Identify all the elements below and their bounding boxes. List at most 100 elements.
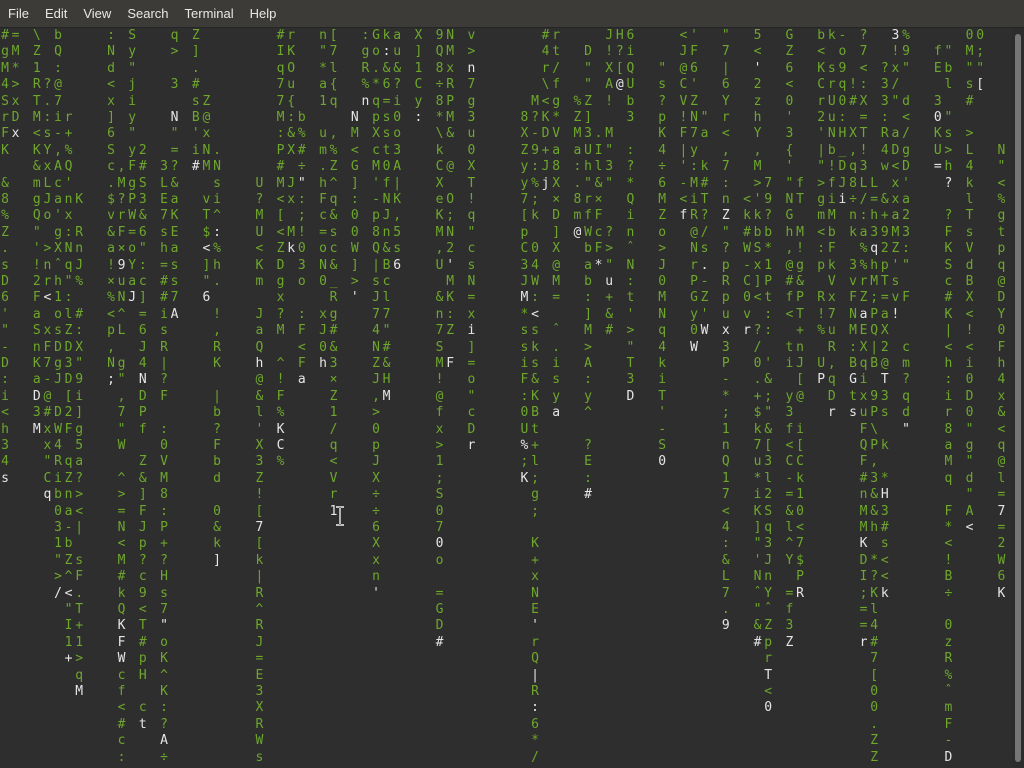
matrix-char: p	[372, 110, 380, 125]
matrix-char: S	[107, 142, 115, 158]
matrix-char: h	[870, 208, 879, 224]
matrix-char: N	[319, 257, 327, 273]
matrix-char: %	[75, 274, 84, 289]
matrix-char: =	[255, 651, 264, 667]
matrix-char: q	[329, 93, 338, 109]
matrix-char: s	[658, 77, 667, 93]
matrix-char: [	[976, 77, 985, 93]
matrix-char: "	[202, 274, 211, 289]
matrix-char: 1	[329, 405, 338, 421]
matrix-char: Z	[584, 93, 592, 109]
matrix-char: 6	[658, 175, 667, 191]
matrix-char: u	[721, 306, 730, 322]
matrix-char: a	[128, 274, 137, 289]
matrix-char: 3	[902, 224, 910, 240]
matrix-char: x	[372, 552, 380, 568]
matrix-char: F	[138, 503, 147, 519]
matrix-char: 9	[138, 585, 147, 601]
menu-help[interactable]: Help	[242, 0, 285, 28]
scrollbar[interactable]	[1012, 28, 1024, 768]
matrix-char: "	[138, 241, 147, 257]
matrix-char: ?	[859, 28, 868, 43]
matrix-char: d	[902, 405, 910, 421]
matrix-char: -	[372, 192, 380, 207]
matrix-char: >	[605, 241, 614, 257]
menu-view[interactable]: View	[75, 0, 119, 28]
matrix-char: :	[213, 224, 221, 240]
matrix-char: '	[785, 159, 794, 175]
matrix-char: 4	[870, 618, 879, 634]
matrix-char: 4	[658, 142, 667, 158]
matrix-char: C	[817, 77, 826, 93]
matrix-char: s	[160, 323, 168, 339]
matrix-char: &	[382, 60, 391, 76]
matrix-char: t	[997, 224, 1006, 240]
matrix-char: k	[213, 536, 221, 552]
matrix-char: 8	[552, 159, 561, 175]
matrix-char: <	[753, 290, 762, 306]
matrix-char: g	[361, 44, 370, 60]
matrix-char: a	[170, 192, 179, 207]
matrix-char: p	[764, 634, 773, 650]
matrix-char: E	[933, 60, 942, 76]
matrix-char: D	[1, 274, 9, 289]
matrix-char: ?	[944, 208, 953, 224]
matrix-char: R	[255, 585, 264, 601]
scrollbar-thumb[interactable]	[1015, 34, 1021, 762]
matrix-char: "	[170, 126, 179, 142]
matrix-char: <	[817, 44, 826, 60]
matrix-char: R	[32, 77, 41, 93]
matrix-char: 3	[764, 454, 773, 470]
matrix-char: n	[435, 306, 444, 322]
matrix-char: i	[827, 192, 836, 207]
matrix-char: X	[75, 339, 84, 355]
matrix-char: ]	[202, 257, 211, 273]
matrix-char: -	[54, 126, 62, 142]
matrix-char: ×	[594, 192, 603, 207]
menu-search[interactable]: Search	[119, 0, 176, 28]
matrix-char: "	[700, 110, 709, 125]
matrix-char: 0	[743, 290, 751, 306]
matrix-char: <	[276, 192, 285, 207]
matrix-char: J	[255, 634, 264, 650]
matrix-char: >	[54, 569, 62, 585]
matrix-char: :	[721, 536, 730, 552]
matrix-char: M	[965, 44, 974, 60]
matrix-char: Y	[997, 306, 1006, 322]
matrix-char: 4	[1, 454, 9, 470]
matrix-char: 3	[520, 257, 529, 273]
matrix-char: m	[573, 208, 582, 224]
menu-edit[interactable]: Edit	[37, 0, 75, 28]
matrix-char: <	[202, 241, 211, 257]
matrix-char: X	[520, 126, 529, 142]
terminal-output[interactable]: # g M 4 Sr F K & 8% Z. s D 6 ' " - D: i < h 3 4 s = M * > x Dx \ Z 1 R T…	[0, 28, 1012, 768]
menu-file[interactable]: File	[0, 0, 37, 28]
matrix-char: :	[902, 241, 910, 257]
matrix-char: i	[75, 388, 84, 404]
matrix-char: T	[859, 126, 868, 142]
matrix-char: r	[584, 192, 592, 207]
matrix-char: 0	[467, 142, 476, 158]
menu-terminal[interactable]: Terminal	[177, 0, 242, 28]
matrix-char: &	[870, 487, 879, 503]
matrix-char: ^	[117, 306, 126, 322]
matrix-char: b	[584, 274, 592, 289]
matrix-char: 3	[393, 142, 402, 158]
matrix-char: +	[753, 388, 762, 404]
matrix-char: k	[531, 208, 539, 224]
matrix-char: o	[297, 274, 306, 289]
matrix-char: J	[372, 454, 380, 470]
matrix-char: t	[785, 339, 794, 355]
matrix-char: M	[255, 208, 264, 224]
matrix-char: =	[785, 487, 794, 503]
matrix-char: 3	[785, 405, 794, 421]
matrix-char: n	[32, 339, 41, 355]
matrix-char: f	[117, 684, 126, 699]
matrix-char: Q	[255, 339, 264, 355]
matrix-char: I	[276, 44, 285, 60]
matrix-char: q	[329, 438, 338, 453]
matrix-char: g	[117, 356, 126, 371]
matrix-char: 3	[859, 159, 868, 175]
matrix-char: a	[64, 503, 73, 519]
matrix-char: P	[446, 93, 455, 109]
